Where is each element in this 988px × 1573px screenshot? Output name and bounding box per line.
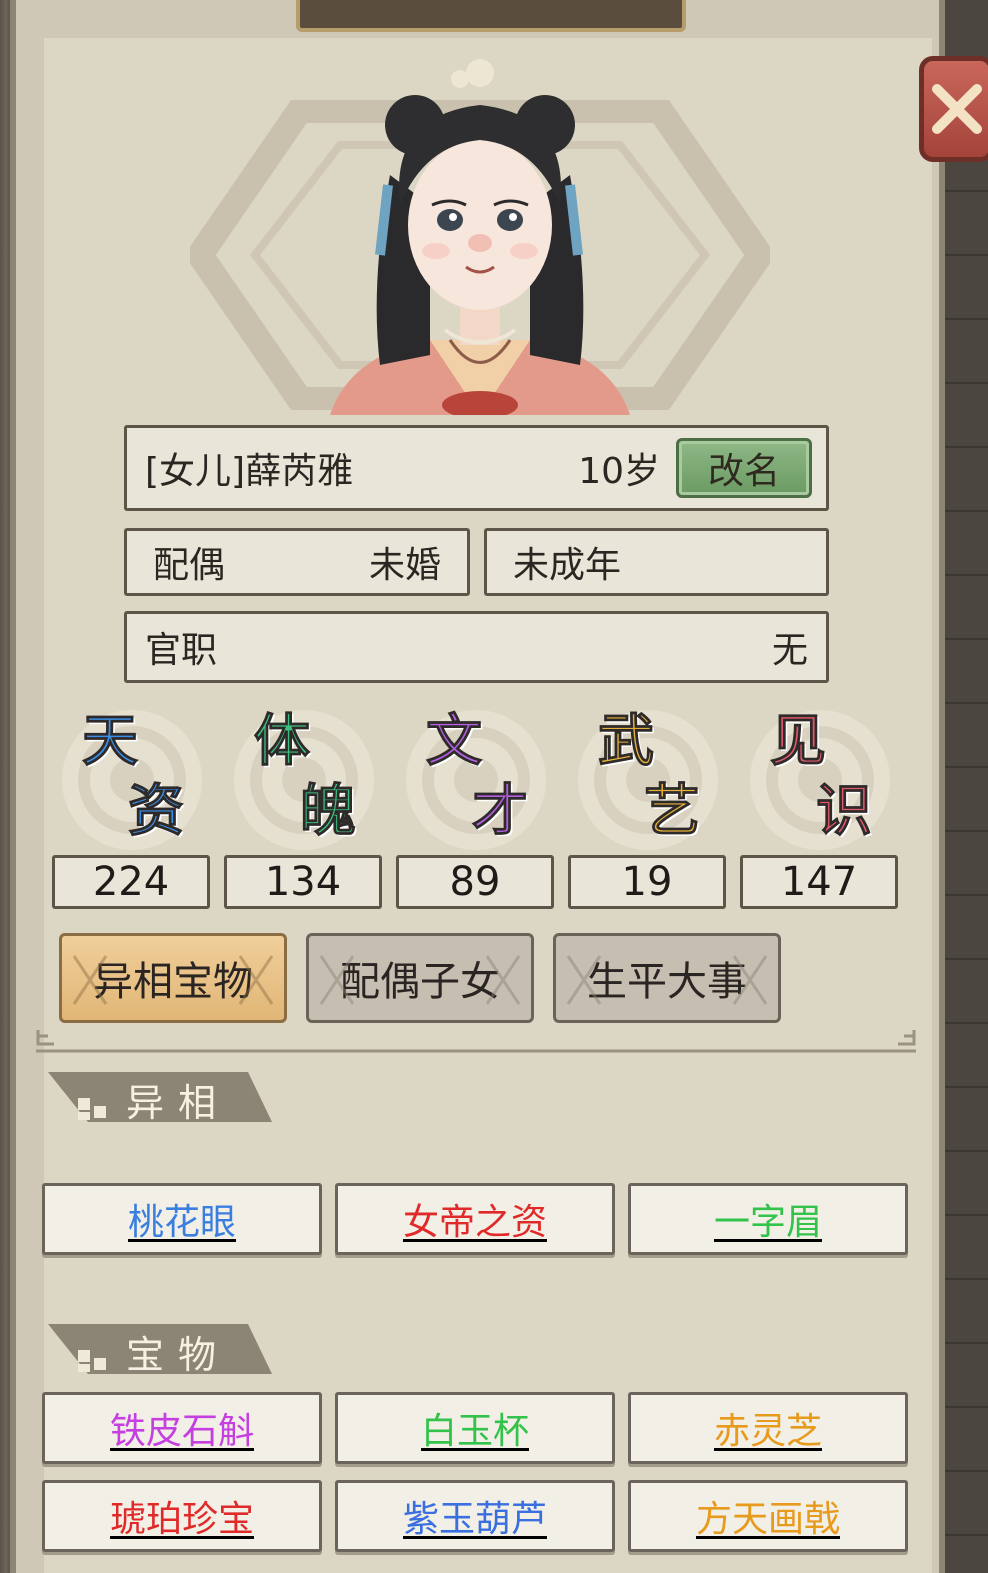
treasure-item-6[interactable]: 方天画戟 bbox=[628, 1480, 908, 1552]
stat-talent-char2: 资 bbox=[128, 778, 185, 844]
tab-life-events[interactable]: 生平大事 bbox=[553, 933, 781, 1023]
stat-literacy-value: 89 bbox=[396, 855, 554, 909]
tab-traits-treasures[interactable]: 异相宝物 bbox=[59, 933, 287, 1023]
status-field: 未成年 bbox=[484, 528, 829, 596]
stat-literacy-char1: 文 bbox=[426, 708, 483, 774]
character-age: 10岁 bbox=[578, 451, 660, 492]
spouse-value: 未婚 bbox=[368, 545, 441, 586]
trait-item-2[interactable]: 女帝之资 bbox=[335, 1183, 615, 1255]
office-value: 无 bbox=[771, 630, 808, 671]
treasure-name: 紫玉葫芦 bbox=[402, 1499, 547, 1540]
stat-insight: 见 识 147 bbox=[740, 705, 898, 910]
lattice-icon bbox=[72, 955, 108, 1005]
title-plaque bbox=[296, 0, 686, 32]
spouse-label: 配偶 bbox=[153, 545, 226, 586]
stat-physique: 体 魄 134 bbox=[224, 705, 382, 910]
tab-label: 异相宝物 bbox=[93, 959, 253, 1005]
office-field: 官职 无 bbox=[124, 611, 829, 683]
treasure-name: 琥珀珍宝 bbox=[109, 1499, 254, 1540]
section-divider bbox=[36, 1030, 916, 1053]
close-x-icon bbox=[931, 84, 982, 134]
treasure-name: 白玉杯 bbox=[420, 1411, 529, 1452]
treasure-item-1[interactable]: 铁皮石斛 bbox=[42, 1392, 322, 1464]
tab-label: 配偶子女 bbox=[340, 959, 500, 1005]
treasure-item-5[interactable]: 紫玉葫芦 bbox=[335, 1480, 615, 1552]
stat-martial-char2: 艺 bbox=[644, 778, 701, 844]
section-traits-tag: 异相 bbox=[48, 1068, 274, 1126]
treasure-name: 赤灵芝 bbox=[713, 1411, 822, 1452]
section-treasures-title: 宝物 bbox=[126, 1333, 231, 1377]
lattice-icon bbox=[566, 955, 602, 1005]
section-traits-title: 异相 bbox=[126, 1081, 231, 1125]
close-button[interactable] bbox=[919, 56, 988, 162]
stat-insight-char1: 见 bbox=[770, 708, 827, 774]
stat-insight-value: 147 bbox=[740, 855, 898, 909]
spouse-field: 配偶 未婚 bbox=[124, 528, 470, 596]
trait-name: 女帝之资 bbox=[402, 1202, 547, 1243]
stat-martial-char1: 武 bbox=[598, 708, 655, 774]
section-treasures-tag: 宝物 bbox=[48, 1320, 274, 1378]
stat-physique-char2: 魄 bbox=[300, 778, 357, 844]
lattice-icon bbox=[238, 955, 274, 1005]
treasure-name: 铁皮石斛 bbox=[109, 1411, 254, 1452]
treasure-item-2[interactable]: 白玉杯 bbox=[335, 1392, 615, 1464]
name-row: [女儿]薛芮雅 10岁 改名 bbox=[124, 425, 829, 511]
treasure-item-3[interactable]: 赤灵芝 bbox=[628, 1392, 908, 1464]
stat-talent: 天 资 224 bbox=[52, 705, 210, 910]
stat-martial: 武 艺 19 bbox=[568, 705, 726, 910]
trait-item-1[interactable]: 桃花眼 bbox=[42, 1183, 322, 1255]
status-value: 未成年 bbox=[513, 545, 622, 586]
treasure-item-4[interactable]: 琥珀珍宝 bbox=[42, 1480, 322, 1552]
character-name: [女儿]薛芮雅 bbox=[145, 451, 354, 492]
tab-spouse-children[interactable]: 配偶子女 bbox=[306, 933, 534, 1023]
stat-literacy: 文 才 89 bbox=[396, 705, 554, 910]
stat-physique-value: 134 bbox=[224, 855, 382, 909]
office-label: 官职 bbox=[145, 630, 218, 671]
lattice-icon bbox=[485, 955, 521, 1005]
stat-physique-char1: 体 bbox=[254, 708, 311, 774]
lattice-icon bbox=[319, 955, 355, 1005]
tab-label: 生平大事 bbox=[587, 959, 747, 1005]
trait-name: 桃花眼 bbox=[127, 1202, 236, 1243]
trait-name: 一字眉 bbox=[713, 1202, 822, 1243]
stat-talent-value: 224 bbox=[52, 855, 210, 909]
daughter-portrait bbox=[330, 59, 630, 415]
trait-item-3[interactable]: 一字眉 bbox=[628, 1183, 908, 1255]
treasure-name: 方天画戟 bbox=[695, 1499, 840, 1540]
stat-talent-char1: 天 bbox=[82, 708, 139, 774]
stat-insight-char2: 识 bbox=[816, 778, 873, 844]
side-rail bbox=[938, 0, 988, 1573]
stat-martial-value: 19 bbox=[568, 855, 726, 909]
rename-button[interactable]: 改名 bbox=[676, 438, 812, 498]
lattice-icon bbox=[732, 955, 768, 1005]
stat-literacy-char2: 才 bbox=[472, 778, 529, 844]
